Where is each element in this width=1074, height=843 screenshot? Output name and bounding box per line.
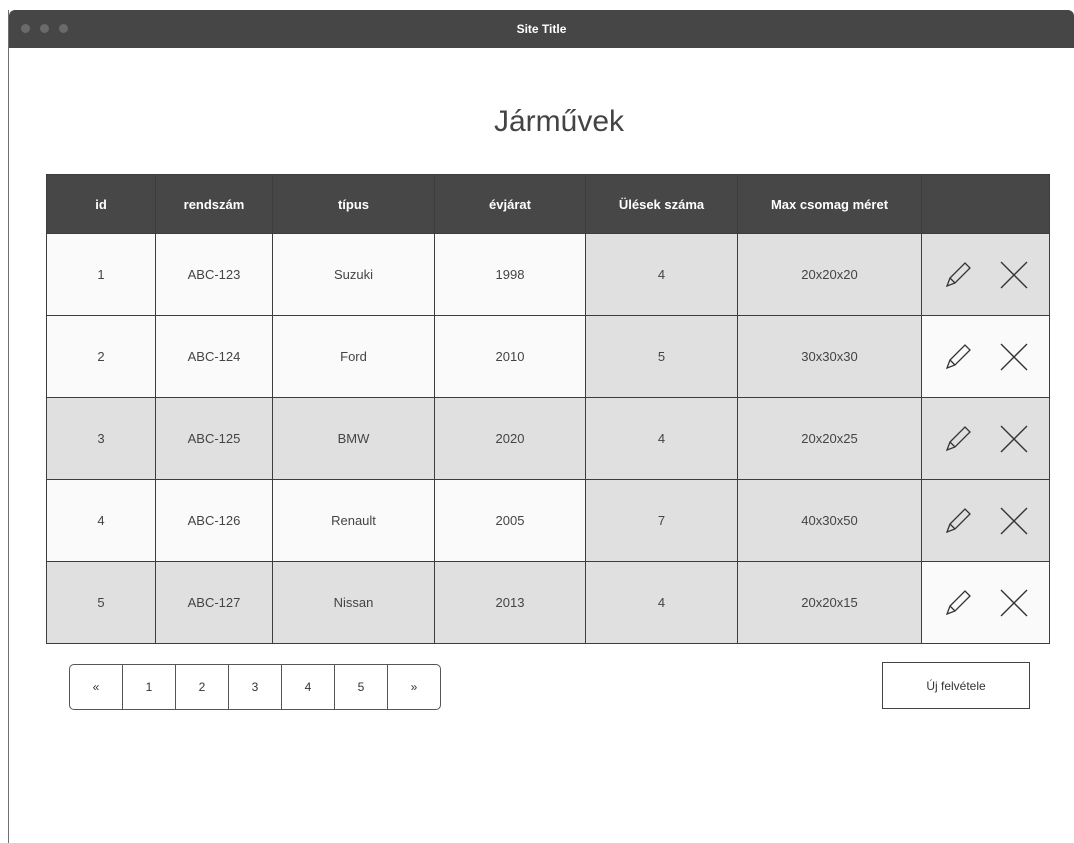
cell-plate: ABC-126: [155, 479, 273, 562]
column-header-type: típus: [272, 174, 435, 234]
cell-seats: 4: [585, 397, 738, 480]
cell-year: 2020: [434, 397, 586, 480]
cell-year: 2013: [434, 561, 586, 644]
new-record-button[interactable]: Új felvétele: [882, 662, 1030, 709]
cell-id: 3: [46, 397, 156, 480]
column-header-max-package: Max csomag méret: [737, 174, 922, 234]
cell-max-package: 20x20x20: [737, 233, 922, 316]
cell-max-package: 20x20x25: [737, 397, 922, 480]
column-header-plate: rendszám: [155, 174, 273, 234]
column-header-actions: [921, 174, 1050, 234]
cell-id: 1: [46, 233, 156, 316]
cell-type: Nissan: [272, 561, 435, 644]
cell-max-package: 30x30x30: [737, 315, 922, 398]
pagination-first[interactable]: «: [70, 665, 123, 709]
pagination: « 1 2 3 4 5 »: [69, 664, 441, 710]
pagination-page-5[interactable]: 5: [335, 665, 388, 709]
pagination-page-4[interactable]: 4: [282, 665, 335, 709]
cell-type: Renault: [272, 479, 435, 562]
cell-seats: 4: [585, 233, 738, 316]
page-title: Járművek: [493, 105, 625, 138]
cell-year: 1998: [434, 233, 586, 316]
cell-id: 4: [46, 479, 156, 562]
cell-id: 2: [46, 315, 156, 398]
cell-plate: ABC-123: [155, 233, 273, 316]
close-icon[interactable]: [997, 258, 1031, 292]
cell-actions: [921, 233, 1050, 316]
table-row: 5 ABC-127 Nissan 2013 4 20x20x15: [46, 561, 1050, 644]
pagination-page-3[interactable]: 3: [229, 665, 282, 709]
pagination-last[interactable]: »: [388, 665, 440, 709]
table-header-row: id rendszám típus évjárat Ülések száma M…: [46, 174, 1050, 234]
pencil-icon[interactable]: [941, 586, 975, 620]
pagination-page-1[interactable]: 1: [123, 665, 176, 709]
cell-actions: [921, 315, 1050, 398]
pencil-icon[interactable]: [941, 504, 975, 538]
window-title: Site Title: [516, 22, 567, 36]
cell-seats: 7: [585, 479, 738, 562]
cell-seats: 5: [585, 315, 738, 398]
column-header-year: évjárat: [434, 174, 586, 234]
table-row: 1 ABC-123 Suzuki 1998 4 20x20x20: [46, 233, 1050, 316]
cell-max-package: 40x30x50: [737, 479, 922, 562]
pagination-page-2[interactable]: 2: [176, 665, 229, 709]
cell-type: Ford: [272, 315, 435, 398]
cell-actions: [921, 479, 1050, 562]
close-icon[interactable]: [997, 504, 1031, 538]
table-row: 4 ABC-126 Renault 2005 7 40x30x50: [46, 479, 1050, 562]
close-icon[interactable]: [997, 586, 1031, 620]
cell-actions: [921, 397, 1050, 480]
cell-type: Suzuki: [272, 233, 435, 316]
cell-actions: [921, 561, 1050, 644]
cell-seats: 4: [585, 561, 738, 644]
vehicles-table: id rendszám típus évjárat Ülések száma M…: [46, 174, 1050, 644]
cell-plate: ABC-124: [155, 315, 273, 398]
browser-window: Site Title Járművek id rendszám típus év…: [8, 10, 1074, 843]
pencil-icon[interactable]: [941, 422, 975, 456]
cell-plate: ABC-125: [155, 397, 273, 480]
table-row: 3 ABC-125 BMW 2020 4 20x20x25: [46, 397, 1050, 480]
title-bar: Site Title: [9, 10, 1074, 48]
cell-type: BMW: [272, 397, 435, 480]
pencil-icon[interactable]: [941, 258, 975, 292]
cell-year: 2005: [434, 479, 586, 562]
pencil-icon[interactable]: [941, 340, 975, 374]
close-icon[interactable]: [997, 340, 1031, 374]
cell-plate: ABC-127: [155, 561, 273, 644]
cell-id: 5: [46, 561, 156, 644]
column-header-seats: Ülések száma: [585, 174, 738, 234]
cell-max-package: 20x20x15: [737, 561, 922, 644]
column-header-id: id: [46, 174, 156, 234]
cell-year: 2010: [434, 315, 586, 398]
table-row: 2 ABC-124 Ford 2010 5 30x30x30: [46, 315, 1050, 398]
close-icon[interactable]: [997, 422, 1031, 456]
